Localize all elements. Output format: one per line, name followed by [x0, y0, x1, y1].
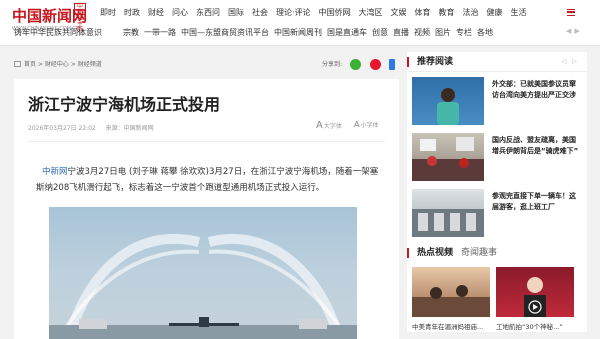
subnav-item[interactable]: 中国—东盟商贸资讯平台 — [181, 26, 269, 40]
spokesperson-photo — [437, 88, 459, 125]
font-small-icon: A — [354, 120, 360, 129]
recommend-item[interactable]: 参观完直接下单一辆车！这届游客，逛上班工厂 — [412, 189, 584, 237]
article-lead: 中新网宁波3月27日电 (刘子琳 蒋攀 徐欢欢)3月27日，在浙江宁波宁海机场，… — [36, 167, 379, 193]
recommend-heading: 推荐阅读 — [407, 57, 453, 67]
nav-item[interactable]: 东西问 — [196, 6, 220, 20]
nav-item[interactable]: 时政 — [124, 6, 140, 20]
article-photo — [49, 207, 357, 339]
divider — [28, 141, 385, 142]
subnav-item[interactable]: 图片 — [435, 26, 451, 40]
font-large-icon: A — [316, 120, 323, 131]
video-thumbnail[interactable] — [496, 267, 574, 317]
mobile-share-icon[interactable] — [389, 59, 395, 70]
nav-item[interactable]: 生活 — [511, 6, 527, 20]
video-thumbnail[interactable] — [412, 267, 490, 317]
subnav-item[interactable]: 专栏 — [456, 26, 472, 40]
logo-badge: 中新社主办 — [74, 3, 86, 34]
recommend-title[interactable]: 参观完直接下单一辆车！这届游客，逛上班工厂 — [492, 191, 582, 213]
subnav-item[interactable]: 一带一路 — [144, 26, 176, 40]
nav-item[interactable]: 问心 — [172, 6, 188, 20]
weibo-share-icon[interactable] — [370, 59, 381, 70]
nav-item[interactable]: 健康 — [487, 6, 503, 20]
source-link[interactable]: 中新网 — [42, 167, 68, 177]
subnav-item[interactable]: 视频 — [414, 26, 430, 40]
site-header: 中国新闻网 WWW.CHINANEWS.COM.CN 中新社主办 即时 时政 财经问… — [0, 0, 600, 46]
article-meta: 2026年03月27日 22:02 来源：中国新闻网 — [28, 123, 162, 132]
nav-item[interactable]: 法治 — [463, 6, 479, 20]
share-label: 分享到: — [322, 61, 343, 68]
nav-item-ethnic-unity[interactable]: 铸牢中华民族共同体意识 — [14, 26, 102, 40]
article-title: 浙江宁波宁海机场正式投用 — [28, 95, 221, 114]
subnav-item[interactable]: 各地 — [477, 26, 493, 40]
nav-item[interactable]: 理论·评论 — [276, 6, 311, 20]
airport-water-salute-image — [49, 233, 357, 339]
article-card: 浙江宁波宁海机场正式投用 2026年03月27日 22:02 来源：中国新闻网 … — [14, 79, 399, 339]
factory-photo — [412, 209, 484, 237]
wechat-share-icon[interactable] — [350, 59, 361, 70]
subnav-item[interactable]: 直播 — [393, 26, 409, 40]
nav-item[interactable]: 国际 — [228, 6, 244, 20]
recommend-item[interactable]: 国内反战、盟友疏离，美国增兵伊朗背后是“骑虎难下” — [412, 133, 584, 181]
breadcrumb-finance-center[interactable]: 财经中心 — [45, 61, 69, 68]
news-thumbnail — [412, 189, 484, 237]
nav-item[interactable]: 体育 — [415, 6, 431, 20]
nav-item[interactable]: 财经 — [148, 6, 164, 20]
font-small-button[interactable]: A小字体 — [354, 120, 379, 129]
construction-video-image — [524, 277, 546, 317]
recommend-item[interactable]: 外交部：已就美国参议员窜访台湾向美方提出严正交涉 — [412, 77, 584, 125]
subnav-item[interactable]: 宗教 — [123, 26, 139, 40]
breadcrumb-home[interactable]: 首页 — [24, 61, 36, 68]
divider — [407, 71, 587, 72]
recommend-title[interactable]: 外交部：已就美国参议员窜访台湾向美方提出严正交涉 — [492, 79, 582, 101]
main-nav: 即时 时政 财经 问心 东西问 国际 社会 理论·评论 中国侨网 大湾区 文娱 体育 教育 法治 健康 生活 — [100, 6, 535, 20]
nav-item[interactable]: 社会 — [252, 6, 268, 20]
nav-item[interactable]: 即时 — [100, 6, 116, 20]
nav-item[interactable]: 中国侨网 — [319, 6, 351, 20]
recommend-pager-icon[interactable]: ◁ ▷ — [562, 58, 579, 65]
home-icon[interactable] — [14, 61, 21, 67]
tab-odd-news[interactable]: 奇闻趣事 — [461, 248, 497, 258]
protest-photo — [412, 137, 484, 181]
menu-icon[interactable] — [567, 9, 575, 16]
nav-item[interactable]: 文娱 — [391, 6, 407, 20]
subnav-item[interactable]: 创意 — [372, 26, 388, 40]
nav-arrows-icon[interactable]: ◀▶ — [566, 27, 583, 35]
news-thumbnail — [412, 77, 484, 125]
recommend-title[interactable]: 国内反战、盟友疏离，美国增兵伊朗背后是“骑虎难下” — [492, 135, 582, 157]
temple-video-image — [412, 285, 490, 317]
sidebar: 推荐阅读 ◁ ▷ 外交部：已就美国参议员窜访台湾向美方提出严正交涉 国内反战、盟… — [407, 52, 587, 332]
news-thumbnail — [412, 133, 484, 181]
nav-item[interactable]: 教育 — [439, 6, 455, 20]
sub-nav: 宗教 一带一路 中国—东盟商贸资讯平台 中国新闻周刊 国是直通车 创意 直播 视频 图片 专栏 各地 — [123, 26, 498, 40]
font-large-button[interactable]: A大字体 — [316, 120, 342, 131]
hot-video-heading[interactable]: 热点视频 — [407, 248, 453, 258]
nav-item[interactable]: 大湾区 — [359, 6, 383, 20]
video-caption[interactable]: 工地航拍“30个神秘...” — [496, 321, 563, 331]
breadcrumb-finance-channel[interactable]: 财经频道 — [78, 61, 102, 68]
video-caption[interactable]: 中美青年在湄洲妈祖庙... — [412, 321, 483, 331]
subnav-item[interactable]: 中国新闻周刊 — [274, 26, 322, 40]
article-date: 2026年03月27日 22:02 — [28, 125, 96, 132]
subnav-item[interactable]: 国是直通车 — [327, 26, 367, 40]
article-source: 来源：中国新闻网 — [105, 125, 154, 132]
